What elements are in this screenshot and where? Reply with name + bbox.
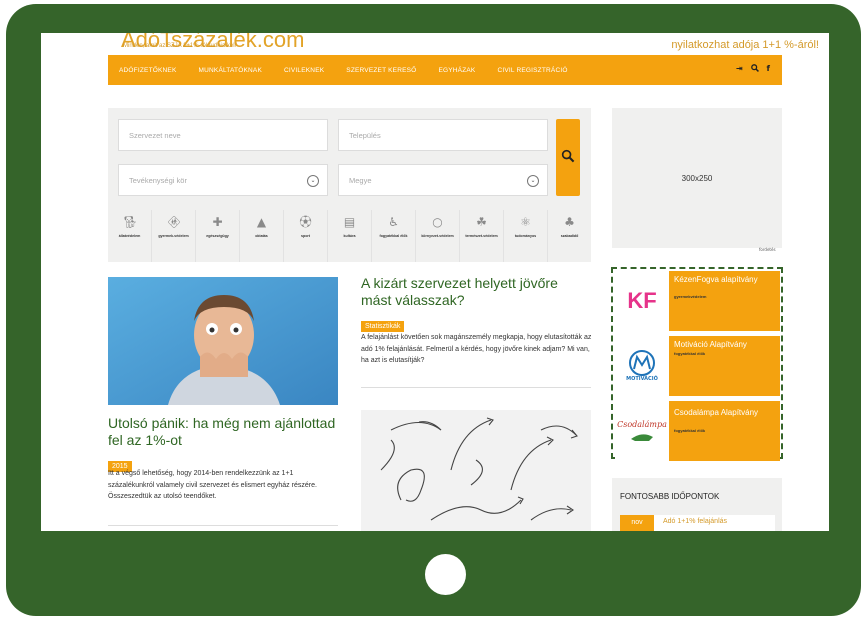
- category-fogyatekkal-elok[interactable]: ♿︎ fogyatékkal élők: [372, 210, 416, 262]
- category-szabadido[interactable]: ♣ szabadidő: [548, 210, 591, 262]
- article-excerpt: A felajánlást követően sok magánszemély …: [361, 334, 592, 364]
- category-label: tudományos: [514, 234, 537, 238]
- home-button[interactable]: [425, 554, 466, 595]
- article-tag-label: Statisztikák: [361, 321, 405, 332]
- medkit-icon: ✚: [212, 215, 223, 229]
- category-gyermekvedelem[interactable]: 🚸︎ gyermek-védelem: [152, 210, 196, 262]
- graduation-icon: ▲: [256, 215, 267, 229]
- divider: [108, 525, 338, 526]
- divider: [361, 387, 591, 388]
- category-label: állatvédelem: [118, 234, 141, 238]
- featured-category: fogyatékkal élők: [674, 351, 706, 356]
- family-icon: 🚸︎: [166, 215, 182, 229]
- category-termeszetvedelem[interactable]: ☘︎ természet-védelem: [460, 210, 504, 262]
- leisure-icon: ♣: [564, 215, 575, 229]
- category-label: természet-védelem: [465, 234, 498, 238]
- search-icon[interactable]: [750, 64, 759, 74]
- category-kultura[interactable]: ▤ kultúra: [328, 210, 372, 262]
- nav-item-egyhazak[interactable]: EGYHÁZAK: [427, 67, 486, 74]
- activity-select-value: Tevékenységi kör: [129, 175, 187, 185]
- kezenfogva-logo: KF: [615, 271, 669, 331]
- csodalampa-logo: Csodalámpa: [615, 401, 669, 461]
- nav-item-munkaltatoknak[interactable]: MUNKÁLTATÓKNAK: [188, 67, 273, 74]
- date-event: Adó 1+1% felajánlás: [663, 518, 728, 525]
- chevron-down-icon: ⌄: [527, 175, 539, 187]
- article-excerpt: Itt a végső lehetőség, hogy 2014-ben ren…: [108, 470, 317, 500]
- featured-name[interactable]: KézenFogva alapítvány: [674, 275, 775, 285]
- motivacio-logo: MOTIVÁCIÓ: [615, 336, 669, 396]
- logo-text: MOTIVÁCIÓ: [626, 376, 658, 382]
- ad-placeholder[interactable]: 300x250: [612, 108, 782, 248]
- tablet-frame: AdóTszázalék.com Minden, amit az SZJA 1+…: [6, 4, 861, 616]
- category-label: környezet-védelem: [421, 234, 454, 238]
- category-label: gyermek-védelem: [158, 234, 189, 238]
- chevron-down-icon: ⌄: [307, 175, 319, 187]
- category-egeszsegugy[interactable]: ✚ egészségügy: [196, 210, 240, 262]
- category-label: egészségügy: [206, 234, 229, 238]
- featured-category: gyermekvédelem: [674, 294, 707, 299]
- category-label: sport: [301, 234, 310, 238]
- top-promo-text: nyilatkozhat adója 1+1 %-áról!: [671, 39, 819, 51]
- org-name-input[interactable]: Szervezet neve: [118, 119, 328, 151]
- category-allatvedelem[interactable]: 🐕︎ állatvédelem: [108, 210, 152, 262]
- atom-icon: ⚛︎: [520, 215, 531, 229]
- ad-credit: fordetés: [759, 247, 776, 252]
- main-nav: ADÓFIZETŐKNEK MUNKÁLTATÓKNAK CIVILEKNEK …: [108, 55, 782, 85]
- featured-card-body: KézenFogva alapítvány gyermekvédelem: [669, 271, 780, 331]
- ball-icon: ⚽︎: [299, 215, 312, 229]
- activity-select[interactable]: Tevékenységi kör ⌄: [118, 164, 328, 196]
- nav-icon-group: ⇥ f: [736, 64, 770, 74]
- leaf-icon: ☘︎: [476, 215, 487, 229]
- important-dates-title: FONTOSABB IDŐPONTOK: [620, 492, 720, 501]
- category-label: oktatás: [255, 234, 268, 238]
- date-month: nov: [620, 515, 654, 531]
- featured-card[interactable]: MOTIVÁCIÓ Motiváció Alapítvány fogyatékk…: [615, 336, 780, 396]
- wheelchair-icon: ♿︎: [388, 215, 399, 229]
- search-icon: [561, 148, 575, 167]
- article-title[interactable]: Utolsó pánik: ha még nem ajánlottad fel …: [108, 415, 338, 449]
- article-photo-panic-man[interactable]: [108, 277, 338, 405]
- featured-name[interactable]: Csodalámpa Alapítvány: [674, 408, 775, 418]
- login-icon[interactable]: ⇥: [736, 64, 743, 74]
- featured-name[interactable]: Motiváció Alapítvány: [674, 340, 775, 350]
- book-icon: ▤: [343, 215, 356, 229]
- featured-category: fogyatékkal élők: [674, 428, 706, 433]
- county-select-value: Megye: [349, 175, 372, 185]
- featured-card-body: Csodalámpa Alapítvány fogyatékkal élők: [669, 401, 780, 461]
- county-select[interactable]: Megye ⌄: [338, 164, 548, 196]
- nav-item-civil-regisztracio[interactable]: CIVIL REGISZTRÁCIÓ: [486, 67, 578, 74]
- featured-card[interactable]: Csodalámpa Csodalámpa Alapítvány fogyaté…: [615, 401, 780, 461]
- category-sport[interactable]: ⚽︎ sport: [284, 210, 328, 262]
- category-tudomanyos[interactable]: ⚛︎ tudományos: [504, 210, 548, 262]
- featured-organizations: KF KézenFogva alapítvány gyermekvédelem …: [611, 267, 783, 461]
- site-tagline: Minden, amit az SZJA 1+1%-ról tudnia kel…: [123, 43, 236, 49]
- article-title[interactable]: A kizárt szervezet helyett jövőre mást v…: [361, 275, 591, 309]
- featured-card[interactable]: KF KézenFogva alapítvány gyermekvédelem: [615, 271, 780, 331]
- category-label: fogyatékkal élők: [379, 234, 408, 238]
- ad-size-label: 300x250: [681, 173, 713, 183]
- important-dates-panel: FONTOSABB IDŐPONTOK nov Adó 1+1% felaján…: [612, 478, 782, 531]
- nav-item-civileknek[interactable]: CIVILEKNEK: [273, 67, 335, 74]
- logo-text: Csodalámpa: [617, 419, 667, 429]
- city-input[interactable]: Település: [338, 119, 548, 151]
- facebook-icon[interactable]: f: [767, 64, 770, 74]
- logo-text: KF: [627, 288, 657, 313]
- date-row[interactable]: nov Adó 1+1% felajánlás: [620, 515, 775, 531]
- dog-icon: 🐕︎: [122, 215, 138, 229]
- search-button[interactable]: [556, 119, 580, 196]
- category-label: kultúra: [343, 234, 356, 238]
- browser-screen: AdóTszázalék.com Minden, amit az SZJA 1+…: [41, 33, 829, 531]
- category-oktatas[interactable]: ▲ oktatás: [240, 210, 284, 262]
- recycle-icon: ○: [432, 215, 443, 229]
- category-label: szabadidő: [560, 234, 579, 238]
- featured-card-body: Motiváció Alapítvány fogyatékkal élők: [669, 336, 780, 396]
- article-tag[interactable]: Statisztikák: [361, 313, 405, 332]
- category-kornyezetvedelem[interactable]: ○ környezet-védelem: [416, 210, 460, 262]
- article-image-arrows[interactable]: [361, 410, 591, 531]
- category-bar: 🐕︎ állatvédelem 🚸︎ gyermek-védelem ✚ egé…: [108, 210, 591, 262]
- nav-item-szervezet-kereso[interactable]: SZERVEZET KERESŐ: [335, 67, 427, 74]
- nav-item-adofizetoknek[interactable]: ADÓFIZETŐKNEK: [108, 67, 188, 74]
